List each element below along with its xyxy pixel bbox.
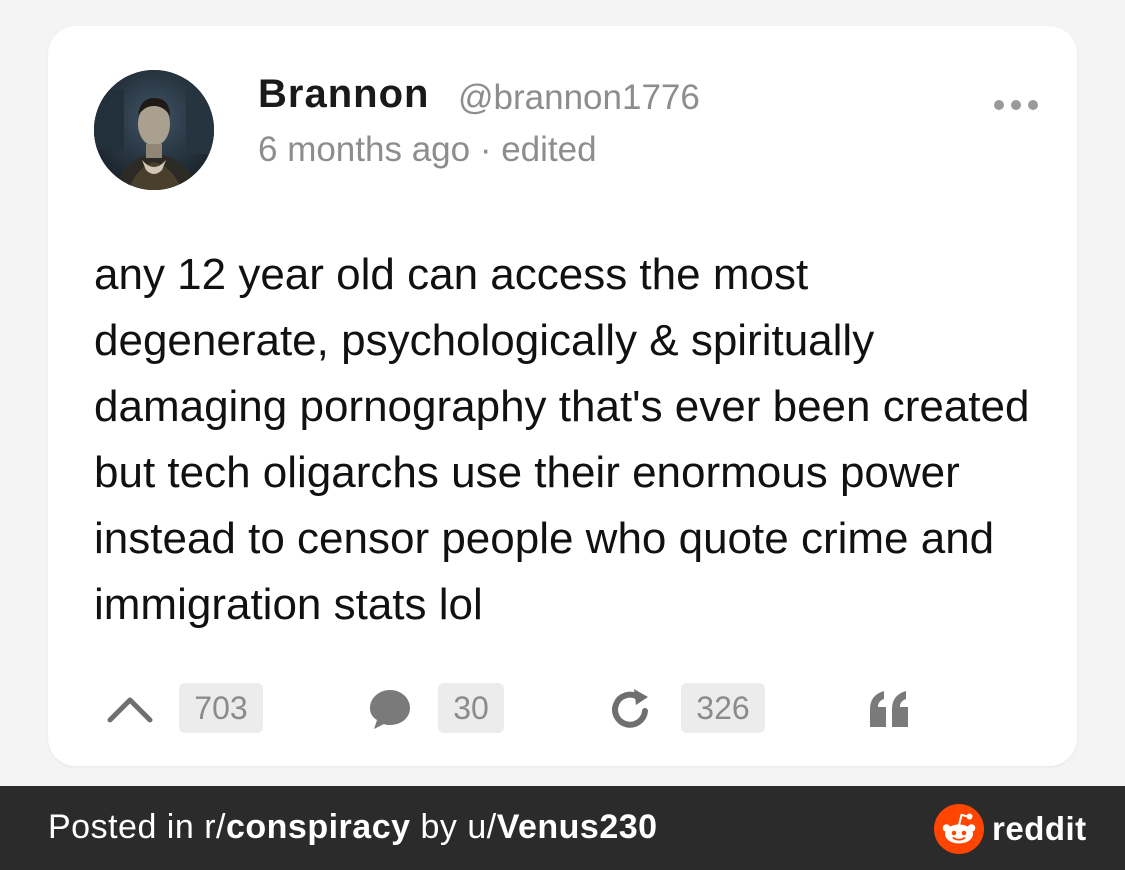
posted-in-prefix: Posted in r/ bbox=[48, 808, 226, 846]
author-name[interactable]: Brannon bbox=[258, 72, 429, 117]
meta-separator: · bbox=[479, 130, 492, 169]
reddit-wordmark: reddit bbox=[992, 810, 1087, 847]
post-meta: 6 months ago · edited bbox=[258, 130, 597, 170]
posted-by-prefix: by u/ bbox=[410, 808, 497, 846]
edited-label: edited bbox=[501, 130, 597, 169]
avatar[interactable] bbox=[94, 70, 214, 190]
post-body: any 12 year old can access the most dege… bbox=[94, 250, 1030, 629]
footer-bar: Posted in r/conspiracy by u/Venus230 red… bbox=[0, 786, 1125, 870]
chevron-up-icon[interactable] bbox=[106, 681, 156, 737]
more-icon bbox=[1011, 100, 1021, 110]
reddit-logo-icon bbox=[934, 804, 984, 854]
more-icon bbox=[1028, 100, 1038, 110]
speech-bubble-icon[interactable] bbox=[368, 681, 412, 737]
author-handle[interactable]: @brannon1776 bbox=[458, 78, 700, 118]
quote-icon[interactable] bbox=[868, 681, 912, 737]
comment-count: 30 bbox=[438, 683, 504, 733]
upvote-count: 703 bbox=[179, 683, 263, 733]
subreddit-link[interactable]: conspiracy bbox=[226, 808, 411, 846]
repost-count: 326 bbox=[681, 683, 765, 733]
post-card: Brannon @brannon1776 6 months ago · edit… bbox=[48, 26, 1077, 766]
more-icon bbox=[994, 100, 1004, 110]
post-actions: 703 30 326 bbox=[48, 681, 1077, 737]
post-time: 6 months ago bbox=[258, 130, 471, 169]
username-link[interactable]: Venus230 bbox=[497, 808, 658, 846]
posted-in-text: Posted in r/conspiracy by u/Venus230 bbox=[48, 808, 658, 847]
more-options-button[interactable] bbox=[994, 92, 1038, 118]
refresh-icon[interactable] bbox=[608, 681, 654, 737]
